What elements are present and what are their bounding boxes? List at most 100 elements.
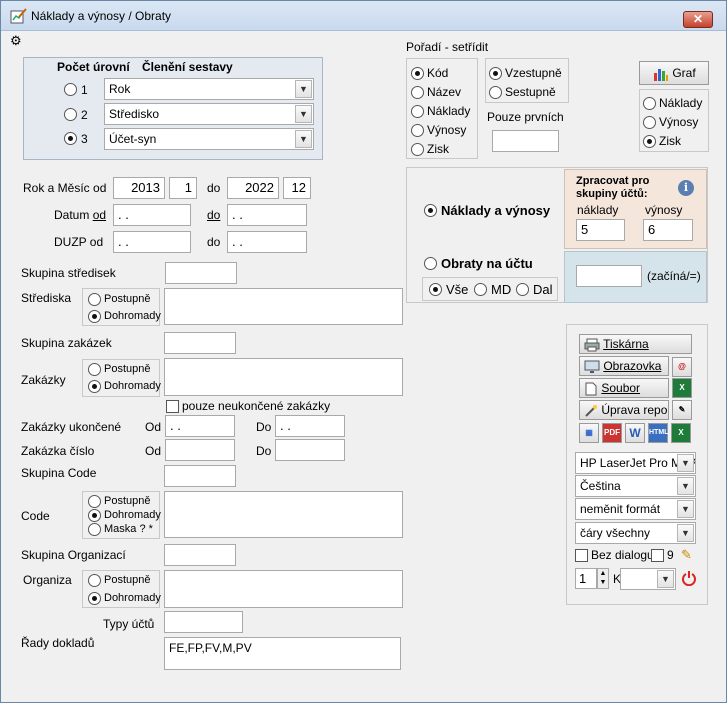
org-group-input[interactable] <box>164 544 236 566</box>
from-year-input[interactable]: 2013 <box>113 177 165 199</box>
edit-report-button[interactable]: Úprava repor <box>579 400 669 420</box>
copies-spinner[interactable]: ▲ ▼ <box>597 568 609 589</box>
from-month-input[interactable]: 1 <box>169 177 197 199</box>
first-only-input[interactable] <box>492 130 559 152</box>
to-year-input[interactable]: 2022 <box>227 177 279 199</box>
no-dialog-checkbox[interactable] <box>575 549 588 562</box>
centre-group-input[interactable] <box>165 262 237 284</box>
duzp-from-input[interactable]: . . <box>113 231 191 253</box>
level-1-select[interactable]: Rok ▼ <box>104 78 314 100</box>
code-textarea[interactable] <box>164 491 403 538</box>
sort-kod-radio[interactable] <box>411 67 424 80</box>
edit-pencil-icon[interactable]: ✎ <box>681 547 697 563</box>
finished-from-input[interactable]: . . <box>165 415 235 437</box>
orders-dohromady-radio[interactable] <box>88 380 101 393</box>
nine-checkbox[interactable] <box>651 549 664 562</box>
sort-zisk-label: Zisk <box>427 142 449 156</box>
report-window: Náklady a výnosy / Obraty ✕ ⚙ Počet úrov… <box>0 0 727 703</box>
graph-vynosy-radio[interactable] <box>643 116 656 129</box>
starts-with-input[interactable] <box>576 265 642 287</box>
sort-naklady-label: Náklady <box>427 104 471 118</box>
orders-postupne-radio[interactable] <box>88 363 101 376</box>
close-button[interactable]: ✕ <box>683 11 713 28</box>
finished-to-input[interactable]: . . <box>275 415 345 437</box>
turnover-radio[interactable] <box>424 257 437 270</box>
format-select[interactable]: neměnit formát ▼ <box>575 498 696 520</box>
starts-with-label: (začíná/=) <box>647 269 701 283</box>
file-button[interactable]: Soubor <box>579 378 669 398</box>
html-icon[interactable]: HTML <box>648 423 668 443</box>
sort-naklady-radio[interactable] <box>411 105 424 118</box>
process-groups-title: Zpracovat pro skupiny účtů: <box>576 175 650 200</box>
revenues-group-input[interactable]: 6 <box>643 219 693 241</box>
level-2-radio[interactable] <box>64 108 77 121</box>
printer-button[interactable]: Tiskárna <box>579 334 692 354</box>
k-select[interactable]: ▼ <box>620 568 676 590</box>
graph-naklady-label: Náklady <box>659 96 703 110</box>
order-number-do-label: Do <box>256 444 272 458</box>
sort-nazev-radio[interactable] <box>411 86 424 99</box>
graph-zisk-radio[interactable] <box>643 135 656 148</box>
finished-od-label: Od <box>145 420 162 434</box>
code-maska-radio[interactable] <box>88 523 101 536</box>
org-postupne-radio[interactable] <box>88 574 101 587</box>
orders-textarea[interactable] <box>164 358 403 396</box>
file-icon <box>585 382 597 396</box>
copies-input[interactable]: 1 <box>575 568 597 589</box>
printer-select[interactable]: HP LaserJet Pro MFP ▼ <box>575 452 696 474</box>
doc-series-textarea[interactable]: FE,FP,FV,M,PV <box>164 637 401 670</box>
org-textarea[interactable] <box>164 570 403 608</box>
order-number-label: Zakázka číslo <box>21 444 95 458</box>
centres-textarea[interactable] <box>164 288 403 325</box>
settings-gear-icon[interactable]: ⚙ <box>10 34 22 47</box>
screen-button[interactable]: Obrazovka <box>579 356 669 376</box>
language-select[interactable]: Čeština ▼ <box>575 475 696 497</box>
word-icon[interactable]: W <box>625 423 645 443</box>
lines-select[interactable]: čáry všechny ▼ <box>575 522 696 544</box>
order-number-to-input[interactable] <box>275 439 345 461</box>
sort-zisk-radio[interactable] <box>411 143 424 156</box>
level-1-radio[interactable] <box>64 83 77 96</box>
costs-group-input[interactable]: 5 <box>576 219 625 241</box>
info-icon[interactable]: i <box>678 180 694 196</box>
level-3-radio[interactable] <box>64 132 77 145</box>
order-group-input[interactable] <box>164 332 236 354</box>
costs-revenues-radio[interactable] <box>424 204 437 217</box>
code-label: Code <box>21 509 50 523</box>
excel-export-icon[interactable]: X <box>671 423 691 443</box>
sort-desc-label: Sestupně <box>505 85 556 99</box>
graph-button[interactable]: Graf <box>639 61 709 85</box>
chevron-down-icon: ▼ <box>677 524 694 542</box>
level-2-select[interactable]: Středisko ▼ <box>104 103 314 125</box>
date-from-input[interactable]: . . <box>113 204 191 226</box>
org-dohromady-radio[interactable] <box>88 592 101 605</box>
code-postupne-radio[interactable] <box>88 495 101 508</box>
unfinished-orders-checkbox[interactable] <box>166 400 179 413</box>
table-icon[interactable]: ▦ <box>579 423 599 443</box>
level-3-select[interactable]: Účet-syn ▼ <box>104 128 314 150</box>
sub-md-radio[interactable] <box>474 283 487 296</box>
orders-label: Zakázky <box>21 373 66 387</box>
sub-dal-radio[interactable] <box>516 283 529 296</box>
centres-dohromady-radio[interactable] <box>88 310 101 323</box>
account-types-input[interactable] <box>164 611 243 633</box>
date-to-input[interactable]: . . <box>227 204 307 226</box>
sort-desc-radio[interactable] <box>489 86 502 99</box>
sub-all-radio[interactable] <box>429 283 442 296</box>
sort-vynosy-radio[interactable] <box>411 124 424 137</box>
sort-vynosy-label: Výnosy <box>427 123 467 137</box>
code-group-input[interactable] <box>164 465 236 487</box>
to-month-input[interactable]: 12 <box>283 177 311 199</box>
code-dohromady-radio[interactable] <box>88 509 101 522</box>
sort-asc-radio[interactable] <box>489 67 502 80</box>
order-number-from-input[interactable] <box>165 439 235 461</box>
excel-icon[interactable]: X <box>672 378 692 398</box>
sub-md-label: MD <box>491 282 512 297</box>
ruler-icon[interactable]: ✎ <box>672 400 692 420</box>
duzp-to-input[interactable]: . . <box>227 231 307 253</box>
pdf-icon[interactable]: PDF <box>602 423 622 443</box>
centres-postupne-radio[interactable] <box>88 293 101 306</box>
graph-naklady-radio[interactable] <box>643 97 656 110</box>
power-icon[interactable] <box>681 570 697 586</box>
email-icon[interactable]: @ <box>672 357 692 377</box>
